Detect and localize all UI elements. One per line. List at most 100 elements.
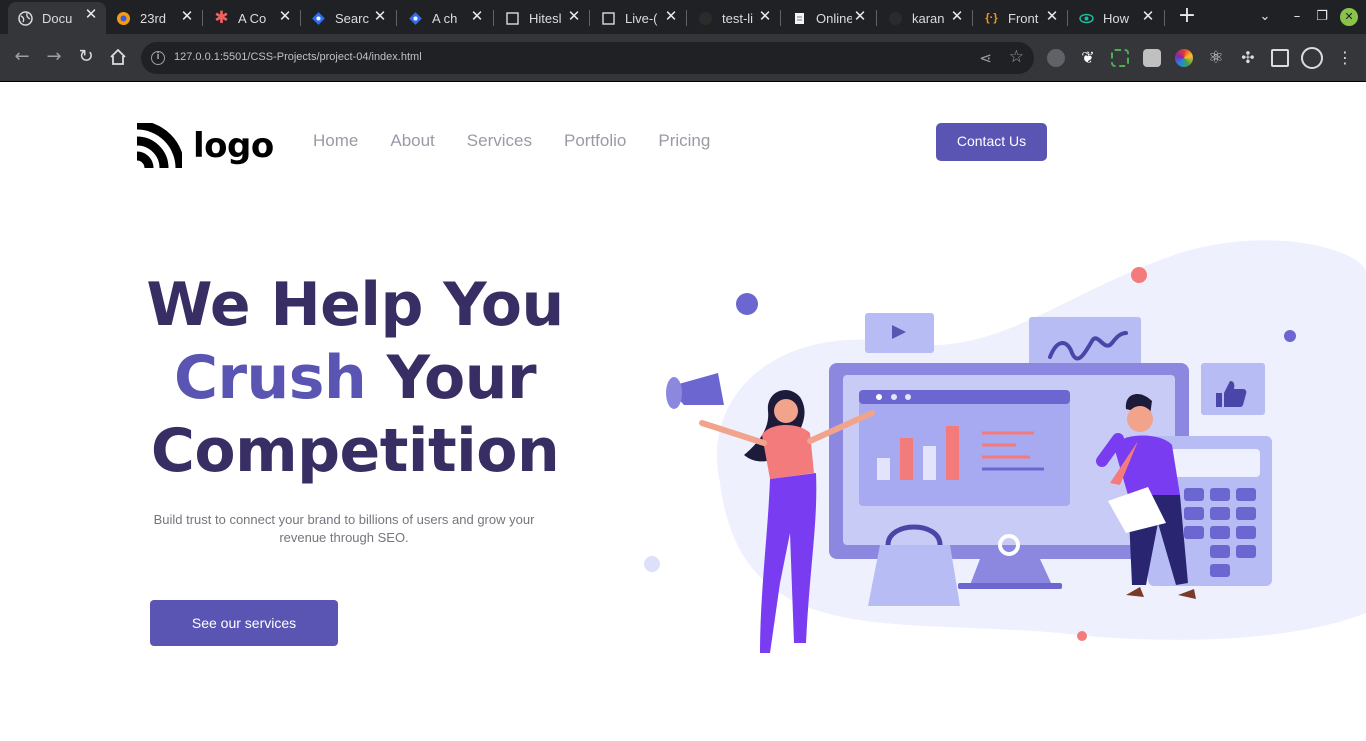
extension-icon[interactable]: [1047, 49, 1065, 67]
compass-icon[interactable]: [1301, 47, 1323, 69]
shopping-bag: [868, 545, 960, 606]
tab-title: Live-(: [625, 10, 658, 26]
tab-0[interactable]: Docu ✕: [8, 2, 106, 34]
bar: [946, 426, 959, 480]
tab-10[interactable]: {·} Front ✕: [974, 4, 1067, 32]
logo-mark-icon: [137, 123, 182, 168]
new-tab-plus-icon[interactable]: +: [1176, 5, 1198, 28]
close-tab-icon[interactable]: ✕: [1045, 9, 1059, 24]
notepad-icon: [792, 11, 807, 26]
minimize-icon[interactable]: –: [1288, 8, 1306, 26]
nav-link-pricing[interactable]: Pricing: [658, 131, 710, 151]
braces-icon: {·}: [985, 12, 998, 24]
tab-title: test-li: [722, 10, 754, 26]
tab-separator: [202, 10, 203, 26]
tab-separator: [589, 10, 590, 26]
hero-heading-accent: Crush: [173, 343, 367, 413]
address-bar[interactable]: i 127.0.0.1:5501/CSS-Projects/project-04…: [141, 42, 1034, 74]
tab-title: Searc: [335, 10, 369, 26]
close-tab-icon[interactable]: ✕: [84, 7, 98, 22]
screenshot-icon[interactable]: [1111, 49, 1129, 67]
close-tab-icon[interactable]: ✕: [853, 9, 867, 24]
tab-strip: Docu ✕ 23rd ✕ ✱ A Co ✕ Searc ✕ A ch ✕ Hi…: [0, 0, 1366, 34]
square-icon: [601, 11, 616, 26]
home-icon[interactable]: [107, 46, 129, 68]
close-tab-icon[interactable]: ✕: [1141, 9, 1155, 24]
close-tab-icon[interactable]: ✕: [664, 9, 678, 24]
tab-separator: [972, 10, 973, 26]
tab-2[interactable]: ✱ A Co ✕: [204, 4, 300, 32]
github-icon: [888, 11, 903, 26]
forward-arrow-icon[interactable]: →: [43, 46, 65, 68]
main-nav: Home About Services Portfolio Pricing: [313, 131, 742, 151]
tab-separator: [780, 10, 781, 26]
close-tab-icon[interactable]: ✕: [470, 9, 484, 24]
decor-dot: [1077, 631, 1087, 641]
tab-1[interactable]: 23rd ✕: [106, 4, 202, 32]
gnome-foot-icon[interactable]: ❦: [1079, 49, 1097, 67]
hero-heading: We Help You Crush Your Competition: [130, 269, 580, 488]
tab-8[interactable]: Online ✕: [782, 4, 875, 32]
asterisk-icon: ✱: [214, 8, 229, 27]
bookmark-star-icon[interactable]: ☆: [1009, 47, 1024, 67]
tab-4[interactable]: A ch ✕: [398, 4, 492, 32]
square-icon: [505, 11, 520, 26]
color-picker-icon[interactable]: [1175, 49, 1193, 67]
github-icon: [698, 11, 713, 26]
url-text: 127.0.0.1:5501/CSS-Projects/project-04/i…: [174, 51, 422, 63]
nav-link-services[interactable]: Services: [467, 131, 532, 151]
tab-title: Hitesl: [529, 10, 562, 26]
reload-icon[interactable]: ↻: [75, 46, 97, 68]
puzzle-extensions-icon[interactable]: ✣: [1239, 49, 1257, 67]
tab-6[interactable]: Live-( ✕: [591, 4, 686, 32]
decor-dot: [1131, 267, 1147, 283]
hero-heading-line1: We Help You: [146, 270, 564, 340]
close-window-icon[interactable]: ✕: [1340, 8, 1358, 26]
blue-diamond-icon: [408, 11, 423, 26]
hero-illustration: [644, 240, 1366, 653]
hero-heading-line3: Competition: [150, 416, 560, 486]
extension-icon[interactable]: [1143, 49, 1161, 67]
back-arrow-icon[interactable]: ←: [11, 46, 33, 68]
tab-search-chevron-icon[interactable]: ⌄: [1256, 8, 1274, 26]
tab-5[interactable]: Hitesl ✕: [495, 4, 589, 32]
tab-title: karan: [912, 10, 945, 26]
tab-title: 23rd: [140, 10, 167, 26]
nav-link-home[interactable]: Home: [313, 131, 358, 151]
nav-link-portfolio[interactable]: Portfolio: [564, 131, 626, 151]
eye-icon: [1079, 11, 1094, 26]
close-tab-icon[interactable]: ✕: [278, 9, 292, 24]
tab-title: How: [1103, 10, 1130, 26]
tab-title: Front: [1008, 10, 1039, 26]
close-tab-icon[interactable]: ✕: [758, 9, 772, 24]
side-panel-icon[interactable]: [1271, 49, 1289, 67]
decor-dot: [736, 293, 758, 315]
close-tab-icon[interactable]: ✕: [950, 9, 964, 24]
nav-link-about[interactable]: About: [390, 131, 434, 151]
decor-dot: [1284, 330, 1296, 342]
tab-title: Online: [816, 10, 852, 26]
kebab-menu-icon[interactable]: ⋮: [1336, 49, 1354, 67]
chart-window-titlebar: [859, 390, 1070, 404]
tab-11[interactable]: How ✕: [1069, 4, 1163, 32]
close-tab-icon[interactable]: ✕: [180, 9, 194, 24]
contact-us-button[interactable]: Contact Us: [936, 123, 1047, 161]
bar: [877, 458, 890, 480]
tab-9[interactable]: karan ✕: [878, 4, 972, 32]
hero-subtitle: Build trust to connect your brand to bil…: [153, 512, 535, 545]
tab-3[interactable]: Searc ✕: [301, 4, 395, 32]
tab-7[interactable]: test-li ✕: [688, 4, 780, 32]
share-icon[interactable]: ⋖: [979, 49, 992, 67]
close-tab-icon[interactable]: ✕: [567, 9, 581, 24]
logo-text: logo: [193, 125, 274, 166]
restore-icon[interactable]: ❐: [1313, 8, 1331, 26]
see-services-button[interactable]: See our services: [150, 600, 338, 646]
tab-title: Docu: [42, 10, 73, 26]
site-logo[interactable]: logo: [137, 123, 274, 168]
close-tab-icon[interactable]: ✕: [373, 9, 387, 24]
site-info-icon[interactable]: i: [151, 51, 165, 65]
react-devtools-icon[interactable]: ⚛: [1207, 49, 1225, 67]
chart-window: [859, 390, 1070, 506]
tab-title: A ch: [432, 10, 458, 26]
orange-circle-icon: [116, 11, 131, 26]
